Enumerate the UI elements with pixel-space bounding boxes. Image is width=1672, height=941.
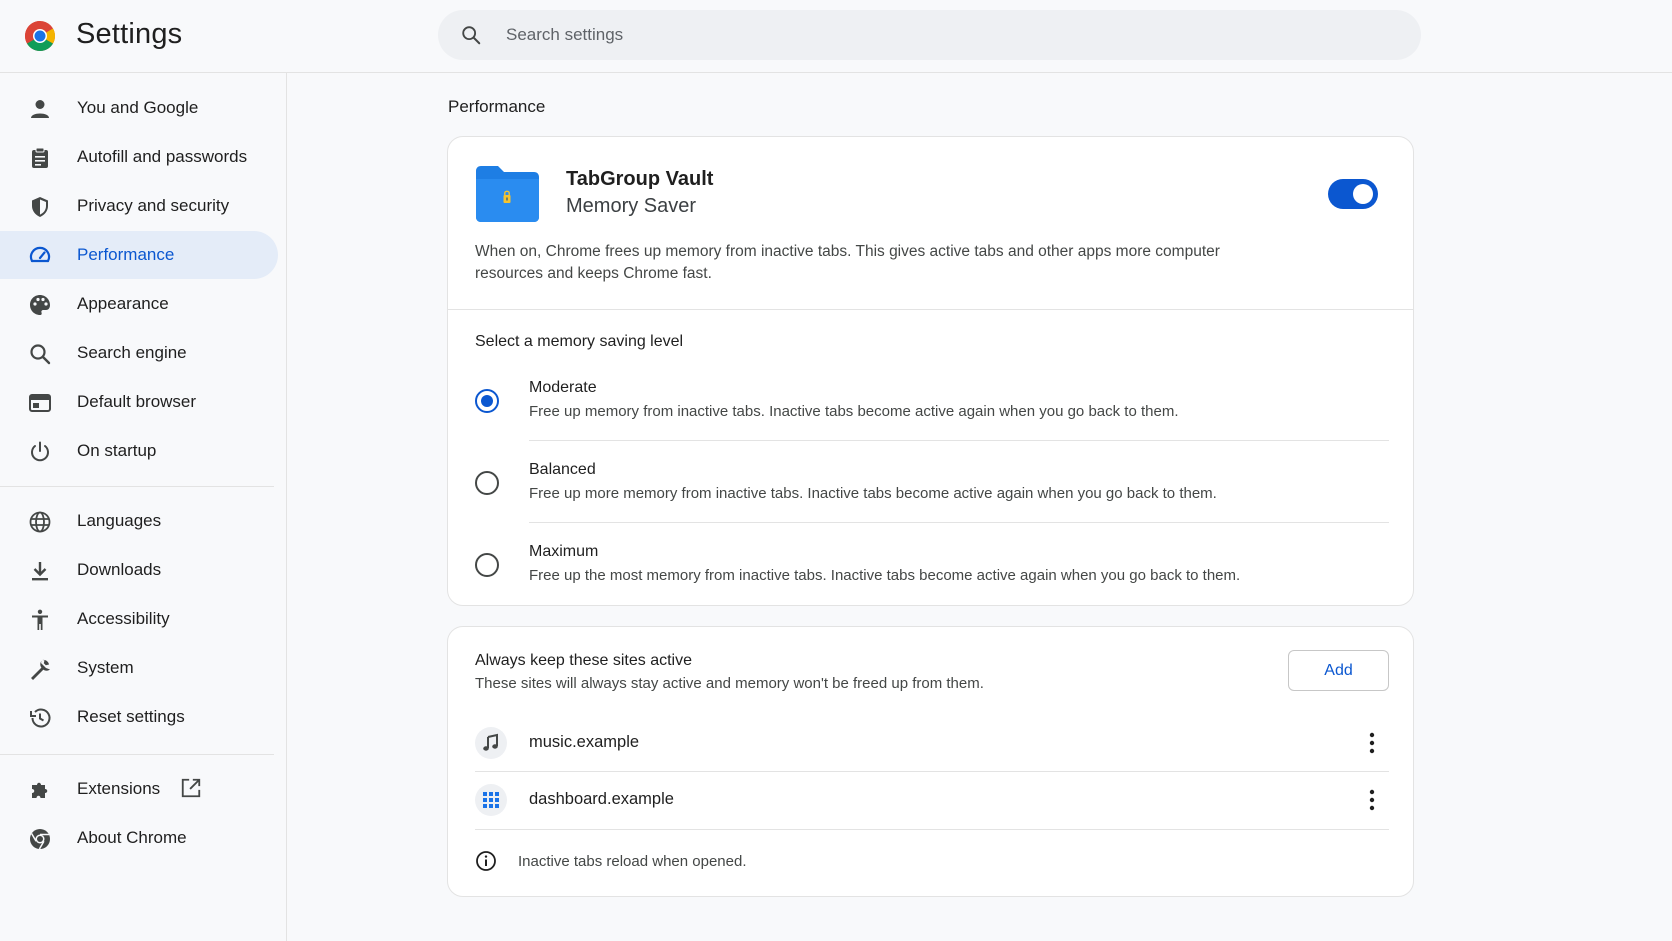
more-options-icon[interactable] bbox=[1358, 729, 1386, 757]
sidebar-item-system[interactable]: System bbox=[0, 644, 278, 692]
sidebar-item-label: You and Google bbox=[77, 98, 199, 117]
shield-icon bbox=[32, 197, 48, 217]
grid-icon bbox=[483, 792, 499, 808]
page-title: Performance bbox=[448, 97, 546, 116]
level-label: Maximum bbox=[529, 543, 599, 560]
sidebar-item-languages[interactable]: Languages bbox=[0, 497, 278, 545]
level-description: Free up the most memory from inactive ta… bbox=[529, 567, 1241, 584]
active-sites-description: These sites will always stay active and … bbox=[475, 675, 984, 692]
row-divider bbox=[529, 522, 1389, 523]
power-icon bbox=[31, 441, 49, 462]
sidebar-item-label: Autofill and passwords bbox=[77, 147, 248, 166]
sidebar-item-label: Accessibility bbox=[77, 609, 170, 628]
search-icon bbox=[30, 344, 51, 365]
site-row-music: music.example bbox=[448, 715, 1413, 771]
sidebar-divider bbox=[0, 486, 274, 487]
sidebar-item-default-browser[interactable]: Default browser bbox=[0, 378, 278, 426]
clipboard-icon bbox=[32, 147, 48, 168]
folder-lock-icon bbox=[476, 166, 539, 222]
level-description: Free up more memory from inactive tabs. … bbox=[529, 485, 1217, 502]
active-sites-card: Always keep these sites active These sit… bbox=[447, 626, 1414, 897]
app-title: Settings bbox=[76, 18, 183, 50]
memory-saver-toggle[interactable] bbox=[1328, 179, 1378, 209]
puzzle-icon bbox=[32, 782, 48, 798]
download-icon bbox=[32, 562, 48, 581]
info-icon bbox=[476, 851, 496, 871]
sidebar-item-label: Privacy and security bbox=[77, 196, 230, 215]
memory-saver-description: When on, Chrome frees up memory from ina… bbox=[475, 243, 1220, 282]
sidebar-item-reset-settings[interactable]: Reset settings bbox=[0, 693, 278, 741]
gauge-icon bbox=[29, 246, 51, 263]
feature-name: Memory Saver bbox=[566, 195, 697, 217]
top-bar: Settings bbox=[0, 0, 1672, 73]
search-icon bbox=[462, 26, 481, 45]
level-option-balanced[interactable]: Balanced Free up more memory from inacti… bbox=[448, 455, 1413, 535]
sidebar-item-label: On startup bbox=[77, 441, 157, 460]
sidebar-item-label: About Chrome bbox=[77, 828, 187, 847]
sidebar-item-label: Extensions bbox=[77, 779, 161, 798]
sidebar-item-label: System bbox=[77, 658, 134, 677]
site-favicon bbox=[475, 727, 507, 759]
extension-name: TabGroup Vault bbox=[566, 168, 714, 190]
row-divider bbox=[475, 829, 1389, 830]
sidebar-item-performance[interactable]: Performance bbox=[0, 231, 278, 279]
sidebar-divider bbox=[0, 754, 274, 755]
info-text: Inactive tabs reload when opened. bbox=[518, 853, 747, 870]
toggle-knob bbox=[1353, 184, 1373, 204]
wrench-icon bbox=[31, 659, 50, 680]
sidebar: You and Google Autofill and passwords Pr… bbox=[0, 73, 287, 941]
memory-saver-card: TabGroup Vault Memory Saver When on, Chr… bbox=[447, 136, 1414, 606]
search-bar[interactable] bbox=[438, 10, 1421, 60]
browser-window-icon bbox=[29, 394, 51, 412]
sidebar-item-label: Performance bbox=[77, 245, 175, 264]
accessibility-icon bbox=[32, 609, 48, 630]
sidebar-item-autofill[interactable]: Autofill and passwords bbox=[0, 133, 278, 181]
add-site-button[interactable]: Add bbox=[1288, 650, 1389, 691]
site-row-dashboard: dashboard.example bbox=[448, 772, 1413, 828]
sidebar-item-on-startup[interactable]: On startup bbox=[0, 427, 278, 475]
chrome-logo-icon bbox=[24, 20, 56, 52]
sidebar-item-downloads[interactable]: Downloads bbox=[0, 546, 278, 594]
site-name: music.example bbox=[529, 733, 640, 751]
sidebar-item-appearance[interactable]: Appearance bbox=[0, 280, 278, 328]
chrome-icon bbox=[30, 829, 50, 850]
active-sites-title: Always keep these sites active bbox=[475, 652, 692, 669]
radio-button[interactable] bbox=[475, 471, 499, 495]
sidebar-item-accessibility[interactable]: Accessibility bbox=[0, 595, 278, 643]
palette-icon bbox=[30, 295, 50, 315]
more-options-icon[interactable] bbox=[1358, 786, 1386, 814]
history-icon bbox=[30, 708, 51, 728]
level-label: Balanced bbox=[529, 461, 596, 478]
sidebar-item-label: Search engine bbox=[77, 343, 187, 362]
card-divider bbox=[448, 309, 1413, 310]
level-heading: Select a memory saving level bbox=[475, 333, 684, 350]
radio-button[interactable] bbox=[475, 553, 499, 577]
sidebar-item-label: Downloads bbox=[77, 560, 162, 579]
sidebar-item-label: Reset settings bbox=[77, 707, 185, 726]
level-label: Moderate bbox=[529, 379, 597, 396]
sidebar-item-search-engine[interactable]: Search engine bbox=[0, 329, 278, 377]
sidebar-item-label: Appearance bbox=[77, 294, 169, 313]
radio-button[interactable] bbox=[475, 389, 499, 413]
level-option-moderate[interactable]: Moderate Free up memory from inactive ta… bbox=[448, 373, 1413, 453]
sidebar-item-you-and-google[interactable]: You and Google bbox=[0, 84, 278, 132]
level-description: Free up memory from inactive tabs. Inact… bbox=[529, 403, 1179, 420]
open-in-new-icon bbox=[181, 778, 201, 798]
sidebar-item-label: Languages bbox=[77, 511, 162, 530]
sidebar-item-label: Default browser bbox=[77, 392, 197, 411]
sidebar-item-about-chrome[interactable]: About Chrome bbox=[0, 814, 278, 862]
level-option-maximum[interactable]: Maximum Free up the most memory from ina… bbox=[448, 537, 1413, 617]
site-favicon bbox=[475, 784, 507, 816]
site-name: dashboard.example bbox=[529, 790, 674, 808]
person-icon bbox=[31, 100, 49, 118]
sidebar-item-extensions[interactable]: Extensions bbox=[0, 765, 278, 813]
row-divider bbox=[529, 440, 1389, 441]
sidebar-item-privacy[interactable]: Privacy and security bbox=[0, 182, 278, 230]
globe-icon bbox=[29, 511, 51, 533]
search-input[interactable] bbox=[506, 10, 1386, 60]
music-note-icon bbox=[483, 733, 498, 751]
